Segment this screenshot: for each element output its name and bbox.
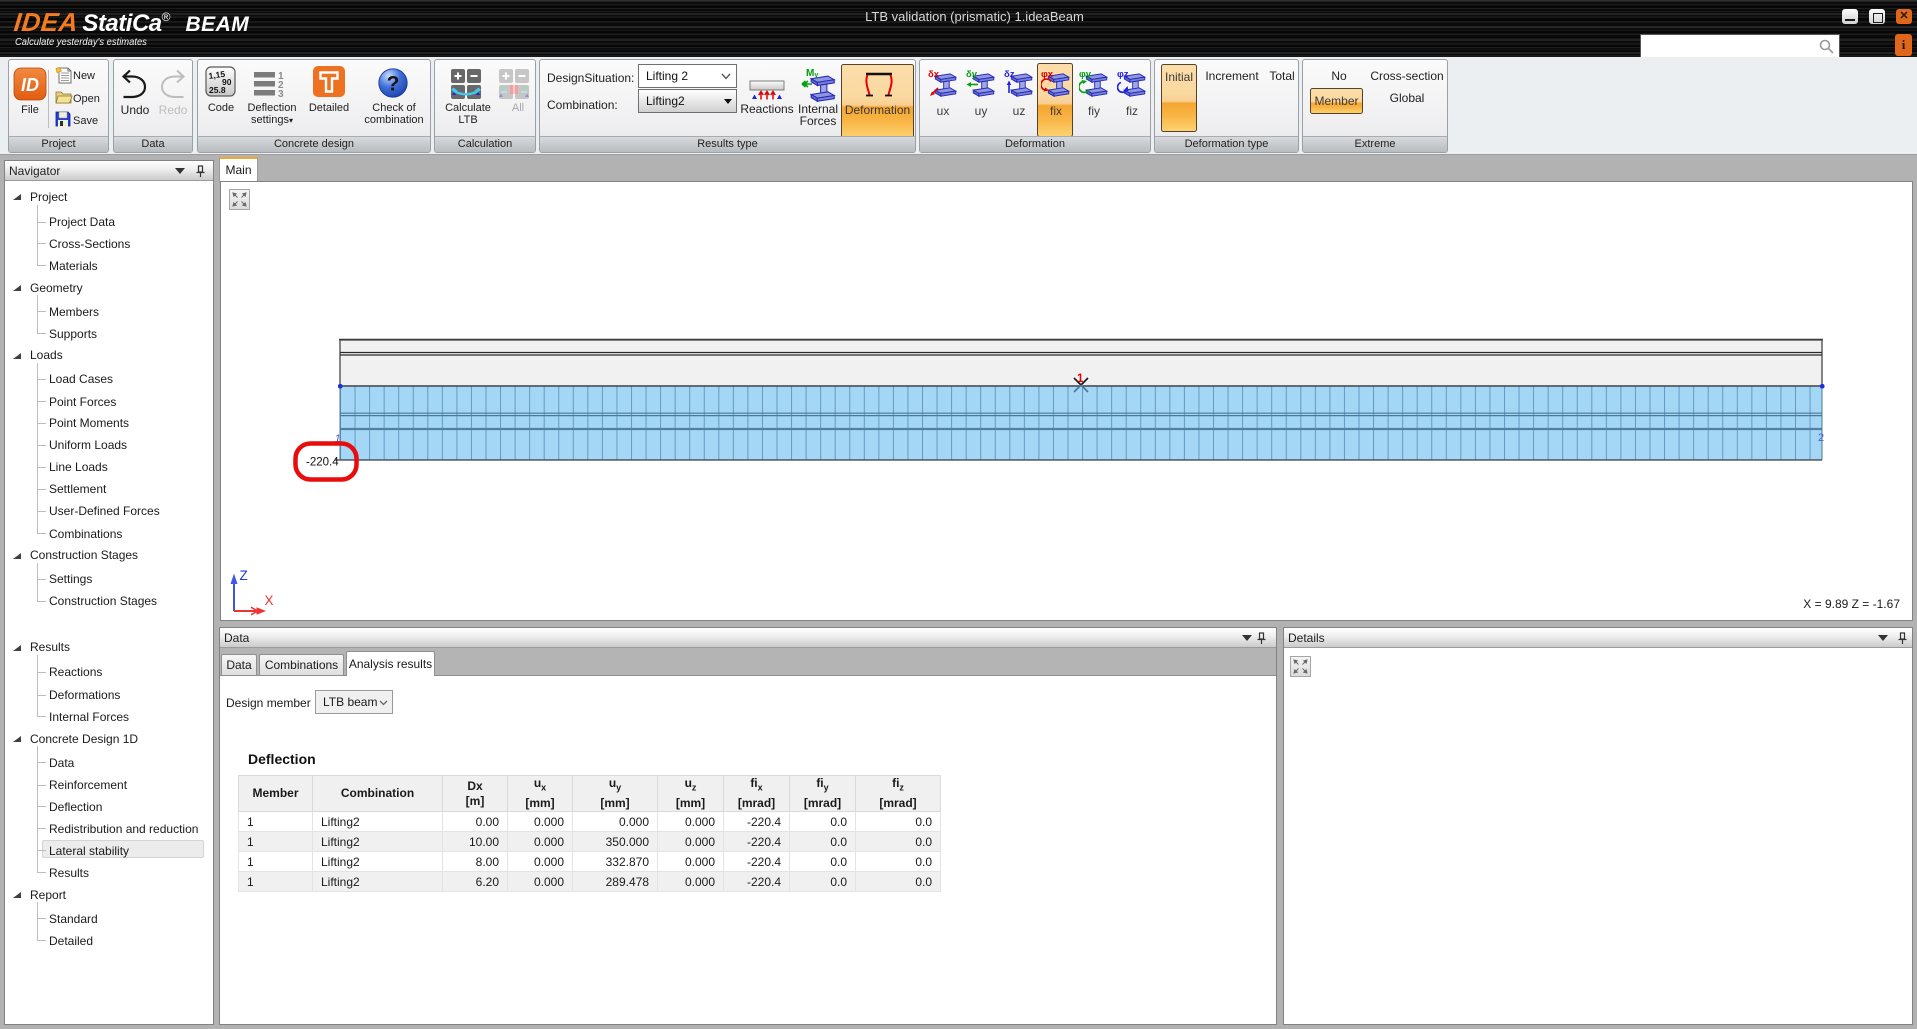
- svg-text:δy: δy: [966, 69, 978, 80]
- svg-text:1: 1: [1077, 373, 1084, 385]
- svg-text:-220.4: -220.4: [306, 457, 339, 469]
- svg-text:Z: Z: [240, 568, 248, 583]
- svg-text:?: ?: [387, 73, 400, 96]
- svg-text:φz: φz: [1117, 69, 1129, 80]
- svg-text:X = 9.89 Z = -1.67: X = 9.89 Z = -1.67: [1803, 597, 1900, 611]
- svg-text:φy: φy: [1079, 69, 1092, 80]
- svg-text:δz: δz: [1004, 69, 1015, 80]
- svg-text:δx: δx: [928, 69, 940, 80]
- svg-text:X: X: [265, 593, 274, 608]
- svg-text:2: 2: [1818, 432, 1824, 444]
- svg-text:25.8: 25.8: [209, 85, 226, 95]
- svg-text:ID: ID: [21, 75, 39, 95]
- svg-text:3: 3: [278, 89, 284, 98]
- svg-text:My: My: [806, 68, 818, 79]
